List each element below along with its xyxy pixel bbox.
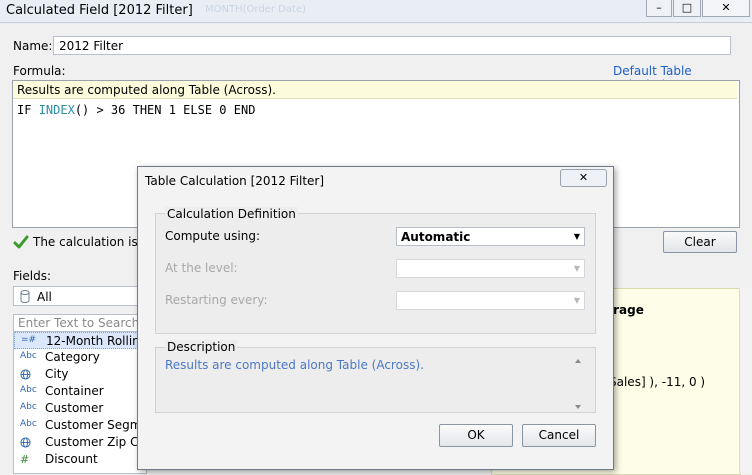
close-icon: ✕	[578, 171, 589, 184]
name-label: Name:	[13, 39, 53, 53]
chevron-down-icon: ▼	[573, 232, 580, 241]
field-item-customer-segment[interactable]: Abc Customer Segm...	[14, 417, 146, 434]
field-name: Container	[45, 384, 104, 398]
number-type-icon: #	[20, 453, 30, 466]
field-name: Customer Segm...	[45, 418, 147, 432]
string-type-icon: Abc	[20, 385, 37, 395]
field-item-customer[interactable]: Abc Customer	[14, 400, 146, 417]
field-name: Customer Zip C...	[45, 435, 147, 449]
string-type-icon: Abc	[20, 351, 37, 361]
clear-button[interactable]: Clear	[663, 231, 737, 253]
compute-using-label: Compute using:	[165, 229, 260, 243]
description-title: Description	[165, 340, 238, 354]
at-level-select[interactable]: ▼	[396, 259, 585, 278]
field-item-customer-zip-code[interactable]: Customer Zip C...	[14, 434, 146, 451]
fields-dropdown-value: All	[37, 290, 52, 304]
fields-list: =# 12-Month Rollin... Abc Category City …	[13, 332, 147, 474]
table-calculation-dialog: Table Calculation [2012 Filter] ✕ Calcul…	[137, 166, 614, 470]
formula-label: Formula:	[13, 64, 66, 78]
chevron-down-icon: ▼	[573, 296, 580, 305]
checkmark-icon	[13, 235, 29, 249]
calculation-definition-title: Calculation Definition	[165, 207, 298, 221]
restarting-every-label: Restarting every:	[165, 293, 268, 307]
description-text: Results are computed along Table (Across…	[165, 358, 424, 372]
maximize-button[interactable]: □	[673, 0, 701, 17]
formula-rest: () > 36 THEN 1 ELSE 0 END	[74, 103, 256, 117]
close-window-button[interactable]: ✕	[702, 0, 750, 17]
calculation-definition-group: Calculation Definition Compute using: Au…	[155, 207, 596, 334]
fields-dropdown[interactable]: All	[13, 286, 143, 306]
formula-function-index: INDEX	[38, 103, 75, 117]
formula-hint: Results are computed along Table (Across…	[13, 81, 737, 99]
string-type-icon: Abc	[20, 419, 37, 429]
background-window-title: MONTH(Order Date)	[205, 4, 306, 15]
fields-label: Fields:	[13, 269, 51, 283]
compute-using-value: Automatic	[401, 230, 471, 244]
field-name: Customer	[45, 401, 104, 415]
help-panel-example: Sales] ), -11, 0 )	[609, 375, 706, 389]
field-item-container[interactable]: Abc Container	[14, 383, 146, 400]
dialog-title: Table Calculation [2012 Filter]	[145, 174, 325, 188]
field-name: City	[45, 367, 69, 381]
name-input[interactable]: 2012 Filter	[53, 36, 731, 55]
field-item-city[interactable]: City	[14, 366, 146, 383]
ok-button[interactable]: OK	[439, 424, 513, 447]
help-panel-scrollbar[interactable]	[739, 288, 752, 473]
field-item-discount[interactable]: # Discount	[14, 451, 146, 468]
formula-keyword-if: IF	[17, 103, 39, 117]
restarting-every-select[interactable]: ▼	[396, 291, 585, 310]
globe-icon	[20, 369, 31, 380]
cancel-button[interactable]: Cancel	[522, 424, 596, 447]
chevron-down-icon: ▼	[573, 264, 580, 273]
field-name: 12-Month Rollin...	[46, 334, 147, 348]
at-level-label: At the level:	[165, 261, 238, 275]
globe-icon	[20, 437, 31, 448]
minimize-button[interactable]: –	[646, 0, 672, 17]
field-item-category[interactable]: Abc Category	[14, 349, 146, 366]
dialog-close-button[interactable]: ✕	[560, 169, 607, 187]
description-scrollbar[interactable]	[572, 356, 584, 412]
field-name: Discount	[45, 452, 98, 466]
field-name: Category	[45, 350, 100, 364]
compute-using-select[interactable]: Automatic ▼	[396, 227, 585, 246]
window-titlebar: Calculated Field [2012 Filter] MONTH(Ord…	[0, 0, 752, 23]
calculated-measure-icon: =#	[21, 335, 37, 345]
window-title: Calculated Field [2012 Filter]	[6, 3, 193, 18]
formula-code[interactable]: IF INDEX() > 36 THEN 1 ELSE 0 END	[17, 103, 255, 117]
string-type-icon: Abc	[20, 402, 37, 412]
description-group: Description Results are computed along T…	[155, 340, 596, 413]
database-icon	[20, 290, 30, 303]
field-item-12-month-rolling[interactable]: =# 12-Month Rollin...	[14, 332, 146, 349]
fields-search-input[interactable]: Enter Text to Search	[13, 314, 143, 332]
